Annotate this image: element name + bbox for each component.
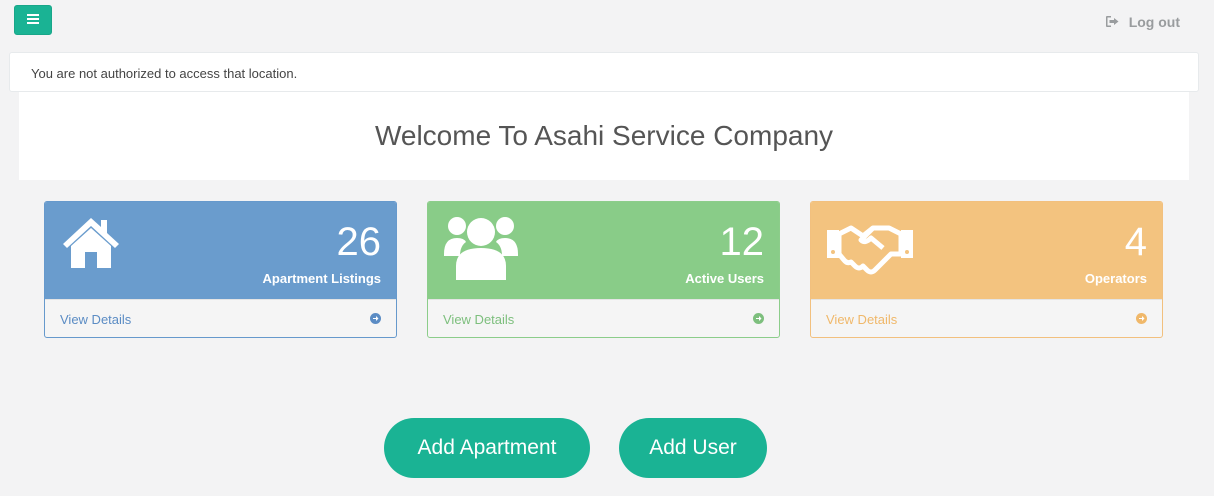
card-header: 26 Apartment Listings: [45, 202, 396, 299]
card-count: 12: [719, 220, 765, 264]
page-title: Welcome To Asahi Service Company: [374, 120, 834, 151]
apartment-listings-card: 26 Apartment Listings View Details: [44, 201, 397, 338]
view-details-label: View Details: [60, 312, 132, 327]
card-count: 26: [336, 220, 382, 264]
hamburger-icon: [27, 11, 39, 29]
card-label: Apartment Listings: [262, 271, 381, 286]
card-label: Active Users: [685, 271, 764, 286]
arrow-circle-right-icon: [1136, 313, 1147, 324]
card-header: 12 Active Users: [428, 202, 779, 299]
sign-out-icon: [1105, 14, 1119, 30]
menu-toggle-button[interactable]: [14, 5, 52, 35]
alert-message: You are not authorized to access that lo…: [31, 66, 298, 81]
top-navbar: Log out: [0, 0, 1214, 44]
view-details-label: View Details: [826, 312, 898, 327]
welcome-panel: Welcome To Asahi Service Company: [19, 92, 1189, 180]
unauthorized-alert: You are not authorized to access that lo…: [9, 52, 1199, 92]
logout-label: Log out: [1128, 14, 1180, 30]
view-details-link[interactable]: View Details: [45, 299, 396, 337]
card-count: 4: [1124, 220, 1147, 264]
arrow-circle-right-icon: [370, 313, 381, 324]
card-header: 4 Operators: [811, 202, 1162, 299]
home-icon: [61, 214, 121, 275]
users-icon: [444, 214, 518, 285]
active-users-card: 12 Active Users View Details: [427, 201, 780, 338]
card-label: Operators: [1084, 271, 1147, 286]
view-details-label: View Details: [443, 312, 515, 327]
add-apartment-button[interactable]: Add Apartment: [384, 418, 590, 478]
view-details-link[interactable]: View Details: [811, 299, 1162, 337]
add-user-button[interactable]: Add User: [619, 418, 767, 478]
handshake-icon: [827, 214, 913, 281]
arrow-circle-right-icon: [753, 313, 764, 324]
view-details-link[interactable]: View Details: [428, 299, 779, 337]
logout-link[interactable]: Log out: [1105, 12, 1180, 32]
operators-card: 4 Operators View Details: [810, 201, 1163, 338]
